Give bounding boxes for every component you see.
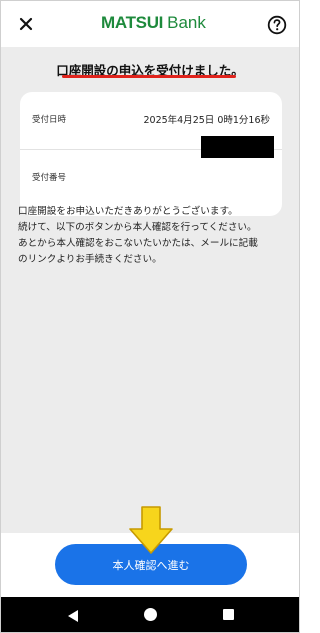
logo-suffix: Bank bbox=[167, 13, 206, 32]
recents-icon[interactable] bbox=[223, 609, 234, 620]
android-nav-bar bbox=[1, 597, 299, 632]
title-underline bbox=[62, 75, 236, 78]
matsui-bank-logo: MATSUI Bank bbox=[101, 13, 206, 35]
home-icon[interactable] bbox=[144, 608, 157, 621]
help-circle-icon[interactable] bbox=[267, 15, 287, 35]
message-line: のリンクよりお手続きください。 bbox=[18, 254, 162, 265]
message-line: 続けて、以下のボタンから本人確認を行ってください。 bbox=[18, 222, 257, 233]
number-label: 受付番号 bbox=[32, 173, 67, 183]
instruction-message: 口座開設をお申込いただきありがとうございます。 続けて、以下のボタンから本人確認… bbox=[18, 204, 286, 268]
receipt-number-row: 受付番号 bbox=[20, 150, 282, 208]
app-header: MATSUI Bank bbox=[1, 1, 299, 47]
down-arrow-icon bbox=[128, 505, 174, 555]
main-content: 口座開設の申込を受付けました。 受付日時 2025年4月25日 0時1分16秒 … bbox=[1, 47, 299, 533]
close-icon[interactable] bbox=[15, 13, 37, 35]
message-line: あとから本人確認をおこないたいかたは、メールに記載 bbox=[18, 238, 258, 249]
logo-brand: MATSUI bbox=[101, 13, 164, 32]
message-line: 口座開設をお申込いただきありがとうございます。 bbox=[18, 206, 238, 217]
back-icon[interactable] bbox=[67, 608, 79, 622]
date-label: 受付日時 bbox=[32, 115, 67, 125]
receipt-card: 受付日時 2025年4月25日 0時1分16秒 受付番号 bbox=[20, 92, 282, 216]
date-value: 2025年4月25日 0時1分16秒 bbox=[143, 115, 270, 126]
redacted-receipt-number bbox=[201, 136, 274, 158]
